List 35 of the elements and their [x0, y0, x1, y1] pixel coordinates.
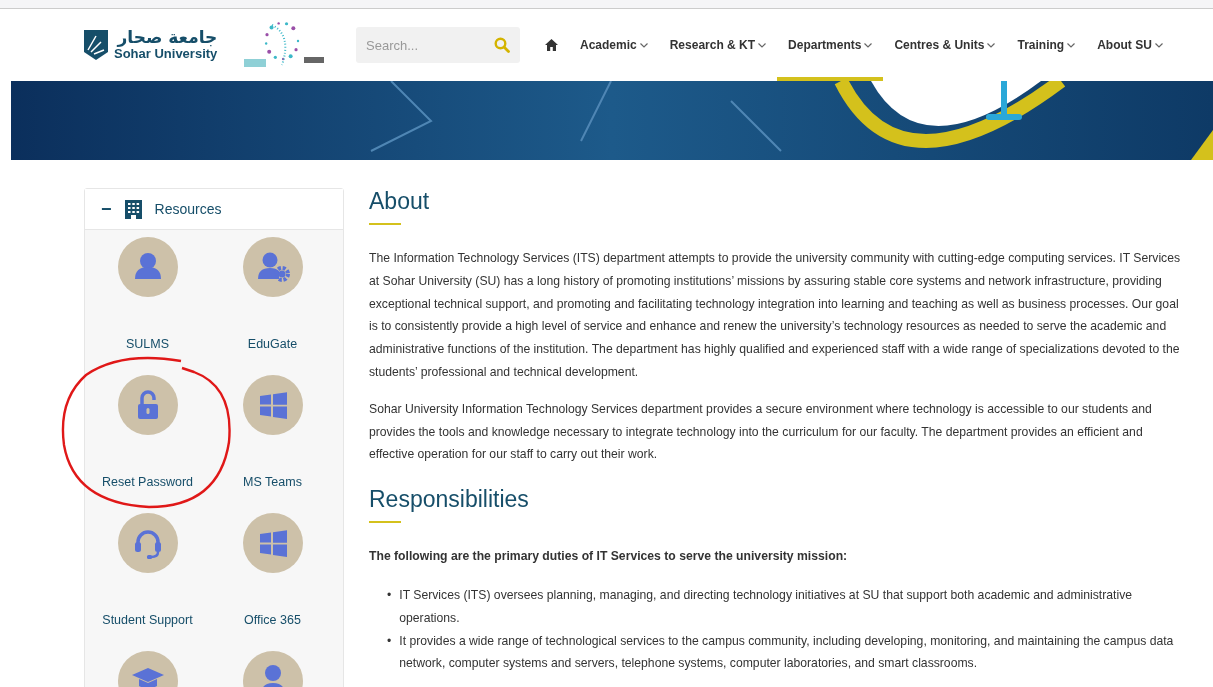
nav-menu-item[interactable]: Academic	[569, 9, 659, 81]
logo-arabic-name: جامعة صحار	[117, 29, 218, 48]
resource-link[interactable]: SULMS	[85, 237, 210, 375]
resource-link[interactable]: EduGate	[210, 237, 335, 375]
section-heading: Responsibilities	[369, 486, 530, 514]
bullet-item: IT Services (ITS) oversees planning, managing, and directing technology initiatives at SU that support both academic and administrative operations.	[399, 586, 1134, 627]
home-icon	[545, 39, 558, 51]
resource-link[interactable]: Office 365	[210, 513, 335, 651]
bullet-item: It provides a wide range of technological services to the campus community, including developing, monitoring, and maintaining the campus data network, computer systems and servers, telephone systems, computer laboratories, and smart classrooms.	[399, 632, 1175, 673]
intro-text: The following are the primary duties of IT Services to serve the university mission:	[369, 548, 849, 566]
chevron-down-icon	[758, 42, 767, 48]
bullet-marker: •	[387, 632, 392, 650]
bullet-marker: •	[387, 586, 392, 604]
search-field[interactable]: Search...	[356, 27, 520, 63]
resource-link[interactable]: MS Teams	[210, 375, 335, 513]
nav-menu-item[interactable]: Centres & Units	[883, 9, 1007, 81]
panel-title: Resources	[154, 201, 222, 217]
chevron-down-icon	[864, 42, 873, 48]
nav-menu-item[interactable]: Research & KT	[658, 9, 778, 81]
search-icon	[494, 37, 510, 53]
resource-link[interactable]: Student Support	[85, 513, 210, 651]
collapse-toggle[interactable]: −	[101, 198, 112, 220]
chevron-down-icon	[987, 42, 996, 48]
building-icon	[123, 199, 143, 219]
nav-menu-item[interactable]: About SU	[1086, 9, 1174, 81]
university-logo-icon	[84, 30, 108, 60]
logo-name: Sohar University	[114, 47, 218, 61]
section-heading: About	[369, 188, 431, 215]
nav-menu-item[interactable]: Training	[1006, 9, 1087, 81]
chevron-down-icon	[639, 42, 648, 48]
resource-link[interactable]: Reset Password	[85, 375, 210, 513]
chevron-down-icon	[1067, 42, 1076, 48]
paragraph: The Information Technology Services (ITS) department attempts to provide the university community with cutting-edge computing services. IT Services at Sohar University (SU) has a long history of promoting institutions’ missions by assuring stable core systems and network infrastructure, providing exceptional technical support, and promoting and facilitating technology integration into learning and teaching as well as business processes. Our goal is to consistently provide a high level of service and enhance and renew the university’s technology resources as needed to serve the academic and administrative functions of the institution. The department has highly qualified and experienced staff with a wide range of specializations devoted to the students’ professional and technical development.	[369, 250, 1182, 381]
paragraph: Sohar University Information Technology Services department provides a secure environment where technology is accessible to our students and provides the tools and knowledge necessary to integrate technology into the curriculum for our faculty. The department provides an efficient and effective operation for our staff to carry out their work.	[369, 400, 1153, 464]
chevron-down-icon	[1154, 42, 1163, 48]
